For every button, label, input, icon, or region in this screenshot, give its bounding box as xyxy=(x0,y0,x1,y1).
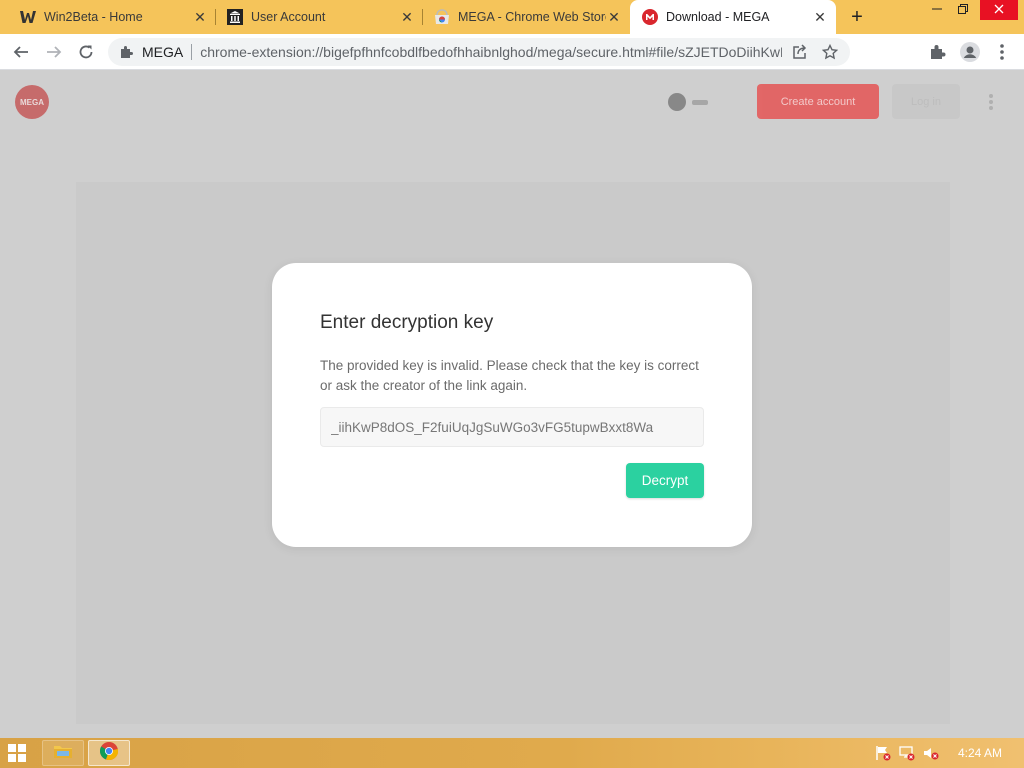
login-button: Log in xyxy=(892,84,960,119)
windows-taskbar: 4:24 AM xyxy=(0,738,1024,768)
page-menu-icon xyxy=(986,94,996,110)
mega-icon xyxy=(642,9,658,25)
tab-title: Win2Beta - Home xyxy=(44,10,143,24)
page-viewport: MEGA Create account Log in Enter decrypt… xyxy=(0,70,1024,738)
close-window-button[interactable] xyxy=(980,0,1018,20)
bookmark-star-icon[interactable] xyxy=(820,42,840,62)
tab-download-mega[interactable]: Download - MEGA ✕ xyxy=(630,0,836,34)
action-center-flag-icon[interactable] xyxy=(874,745,892,761)
site-label: MEGA xyxy=(142,44,184,60)
win2beta-icon xyxy=(20,9,36,25)
address-bar[interactable]: MEGA chrome-extension://bigefpfhnfcobdlf… xyxy=(108,38,850,66)
mega-page-header: MEGA Create account Log in xyxy=(0,70,1024,134)
tab-title: MEGA - Chrome Web Store xyxy=(458,10,606,24)
folder-icon xyxy=(54,744,72,763)
network-icon[interactable] xyxy=(898,745,916,761)
new-tab-button[interactable]: + xyxy=(846,6,868,28)
close-tab-icon[interactable]: ✕ xyxy=(192,9,208,25)
toggle-track xyxy=(692,99,708,105)
dialog-title: Enter decryption key xyxy=(320,312,494,333)
omnibox-divider xyxy=(191,44,193,60)
reload-icon[interactable] xyxy=(74,40,98,64)
create-account-button: Create account xyxy=(757,84,879,119)
close-tab-icon[interactable]: ✕ xyxy=(812,9,828,25)
chrome-icon xyxy=(99,741,119,765)
start-windows-icon[interactable] xyxy=(8,744,26,762)
url-text[interactable]: chrome-extension://bigefpfhnfcobdlfbedof… xyxy=(200,44,782,60)
decrypt-button[interactable]: Decrypt xyxy=(626,463,704,498)
file-explorer-taskbar-button[interactable] xyxy=(42,740,84,766)
volume-muted-icon[interactable] xyxy=(922,745,940,761)
mega-logo: MEGA xyxy=(15,85,49,119)
tab-win2beta[interactable]: Win2Beta - Home ✕ xyxy=(0,0,216,34)
chrome-taskbar-button[interactable] xyxy=(88,740,130,766)
chrome-menu-icon[interactable] xyxy=(992,42,1012,62)
tab-title: Download - MEGA xyxy=(666,10,770,24)
decryption-key-input[interactable] xyxy=(320,407,704,447)
share-icon[interactable] xyxy=(790,42,810,62)
extension-puzzle-icon xyxy=(120,45,134,59)
browser-toolbar: MEGA chrome-extension://bigefpfhnfcobdlf… xyxy=(0,34,1024,70)
profile-avatar-icon[interactable] xyxy=(960,42,980,62)
bank-icon xyxy=(227,9,243,25)
toggle-knob xyxy=(668,93,686,111)
decryption-key-dialog: Enter decryption key The provided key is… xyxy=(272,263,752,547)
tab-title: User Account xyxy=(251,10,326,24)
extensions-icon[interactable] xyxy=(928,42,948,62)
dialog-message: The provided key is invalid. Please chec… xyxy=(320,358,699,393)
close-tab-icon[interactable]: ✕ xyxy=(606,9,622,25)
back-icon[interactable] xyxy=(9,40,33,64)
theme-toggle xyxy=(668,92,718,112)
chrome-web-store-icon xyxy=(434,9,450,25)
tab-mega-web-store[interactable]: MEGA - Chrome Web Store ✕ xyxy=(414,0,630,34)
restore-button[interactable] xyxy=(948,0,978,20)
tab-user-account[interactable]: User Account ✕ xyxy=(207,0,423,34)
forward-icon[interactable] xyxy=(42,40,66,64)
taskbar-clock[interactable]: 4:24 AM xyxy=(958,746,1002,760)
tab-strip: Win2Beta - Home ✕ User Account ✕ MEGA - … xyxy=(0,0,1024,34)
close-tab-icon[interactable]: ✕ xyxy=(399,9,415,25)
